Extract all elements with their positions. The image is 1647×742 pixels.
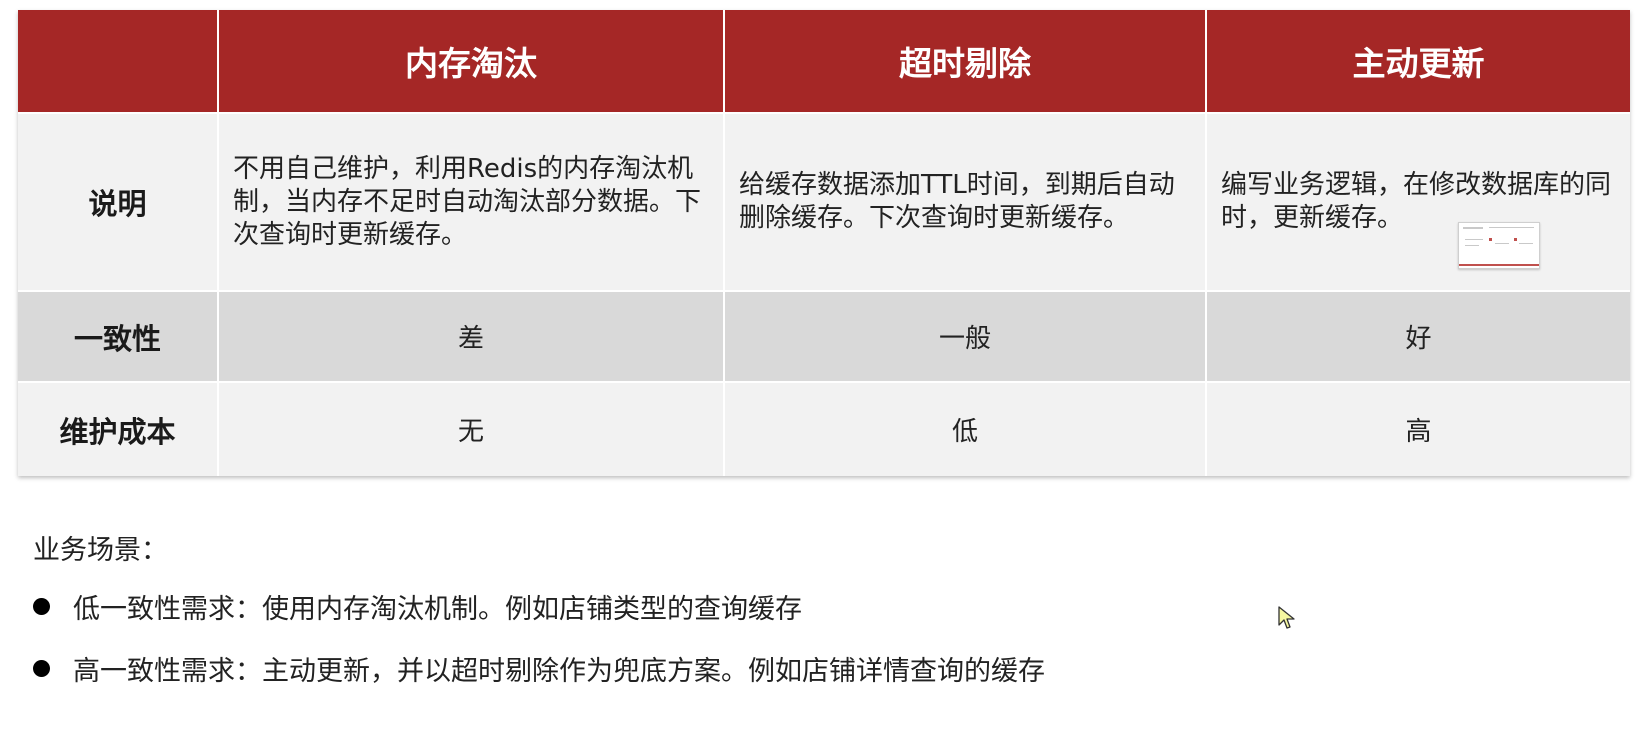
table-row-maintenance-cost: 维护成本 无 低 高	[18, 382, 1630, 476]
slide-page: 内存淘汰 超时剔除 主动更新 说明 不用自己维护，利用Redis的内存淘汰机制，…	[0, 0, 1647, 742]
cell-cost-active-update: 高	[1206, 382, 1630, 476]
header-active-update: 主动更新	[1206, 10, 1630, 114]
list-item: 高一致性需求：主动更新，并以超时剔除作为兜底方案。例如店铺详情查询的缓存	[33, 648, 1045, 688]
table-row-consistency: 一致性 差 一般 好	[18, 291, 1630, 383]
scenario-high-consistency: 高一致性需求：主动更新，并以超时剔除作为兜底方案。例如店铺详情查询的缓存	[73, 655, 1045, 687]
comparison-table-container: 内存淘汰 超时剔除 主动更新 说明 不用自己维护，利用Redis的内存淘汰机制，…	[18, 10, 1630, 476]
mouse-pointer-icon	[1278, 606, 1295, 629]
scenario-low-consistency: 低一致性需求：使用内存淘汰机制。例如店铺类型的查询缓存	[73, 593, 802, 625]
cell-cost-memory-eviction: 无	[218, 382, 725, 476]
business-scenario-title: 业务场景：	[33, 535, 168, 566]
cell-consistency-active-update: 好	[1206, 291, 1630, 383]
header-memory-eviction: 内存淘汰	[218, 10, 725, 114]
row-label-maintenance-cost: 维护成本	[18, 382, 219, 476]
cell-consistency-timeout-removal: 一般	[724, 291, 1207, 383]
header-timeout-removal: 超时剔除	[724, 10, 1207, 114]
cell-description-memory-eviction: 不用自己维护，利用Redis的内存淘汰机制，当内存不足时自动淘汰部分数据。下次查…	[218, 113, 725, 292]
slide-thumbnail-preview[interactable]	[1458, 222, 1540, 269]
bullet-dot-icon	[33, 659, 50, 677]
list-item: 低一致性需求：使用内存淘汰机制。例如店铺类型的查询缓存	[33, 586, 1045, 626]
cell-description-timeout-removal: 给缓存数据添加TTL时间，到期后自动删除缓存。下次查询时更新缓存。	[724, 113, 1207, 292]
cell-description-active-update: 编写业务逻辑，在修改数据库的同时，更新缓存。	[1206, 113, 1630, 292]
table-header-row: 内存淘汰 超时剔除 主动更新	[18, 10, 1630, 114]
cell-consistency-memory-eviction: 差	[218, 291, 725, 383]
row-label-consistency: 一致性	[18, 291, 219, 383]
table-row-description: 说明 不用自己维护，利用Redis的内存淘汰机制，当内存不足时自动淘汰部分数据。…	[18, 113, 1630, 292]
cell-cost-timeout-removal: 低	[724, 382, 1207, 476]
business-scenario-list: 低一致性需求：使用内存淘汰机制。例如店铺类型的查询缓存 高一致性需求：主动更新，…	[33, 586, 1045, 710]
header-corner-cell	[18, 10, 219, 114]
row-label-description: 说明	[18, 113, 219, 292]
cache-strategy-comparison-table: 内存淘汰 超时剔除 主动更新 说明 不用自己维护，利用Redis的内存淘汰机制，…	[18, 10, 1630, 476]
bullet-dot-icon	[33, 597, 50, 615]
